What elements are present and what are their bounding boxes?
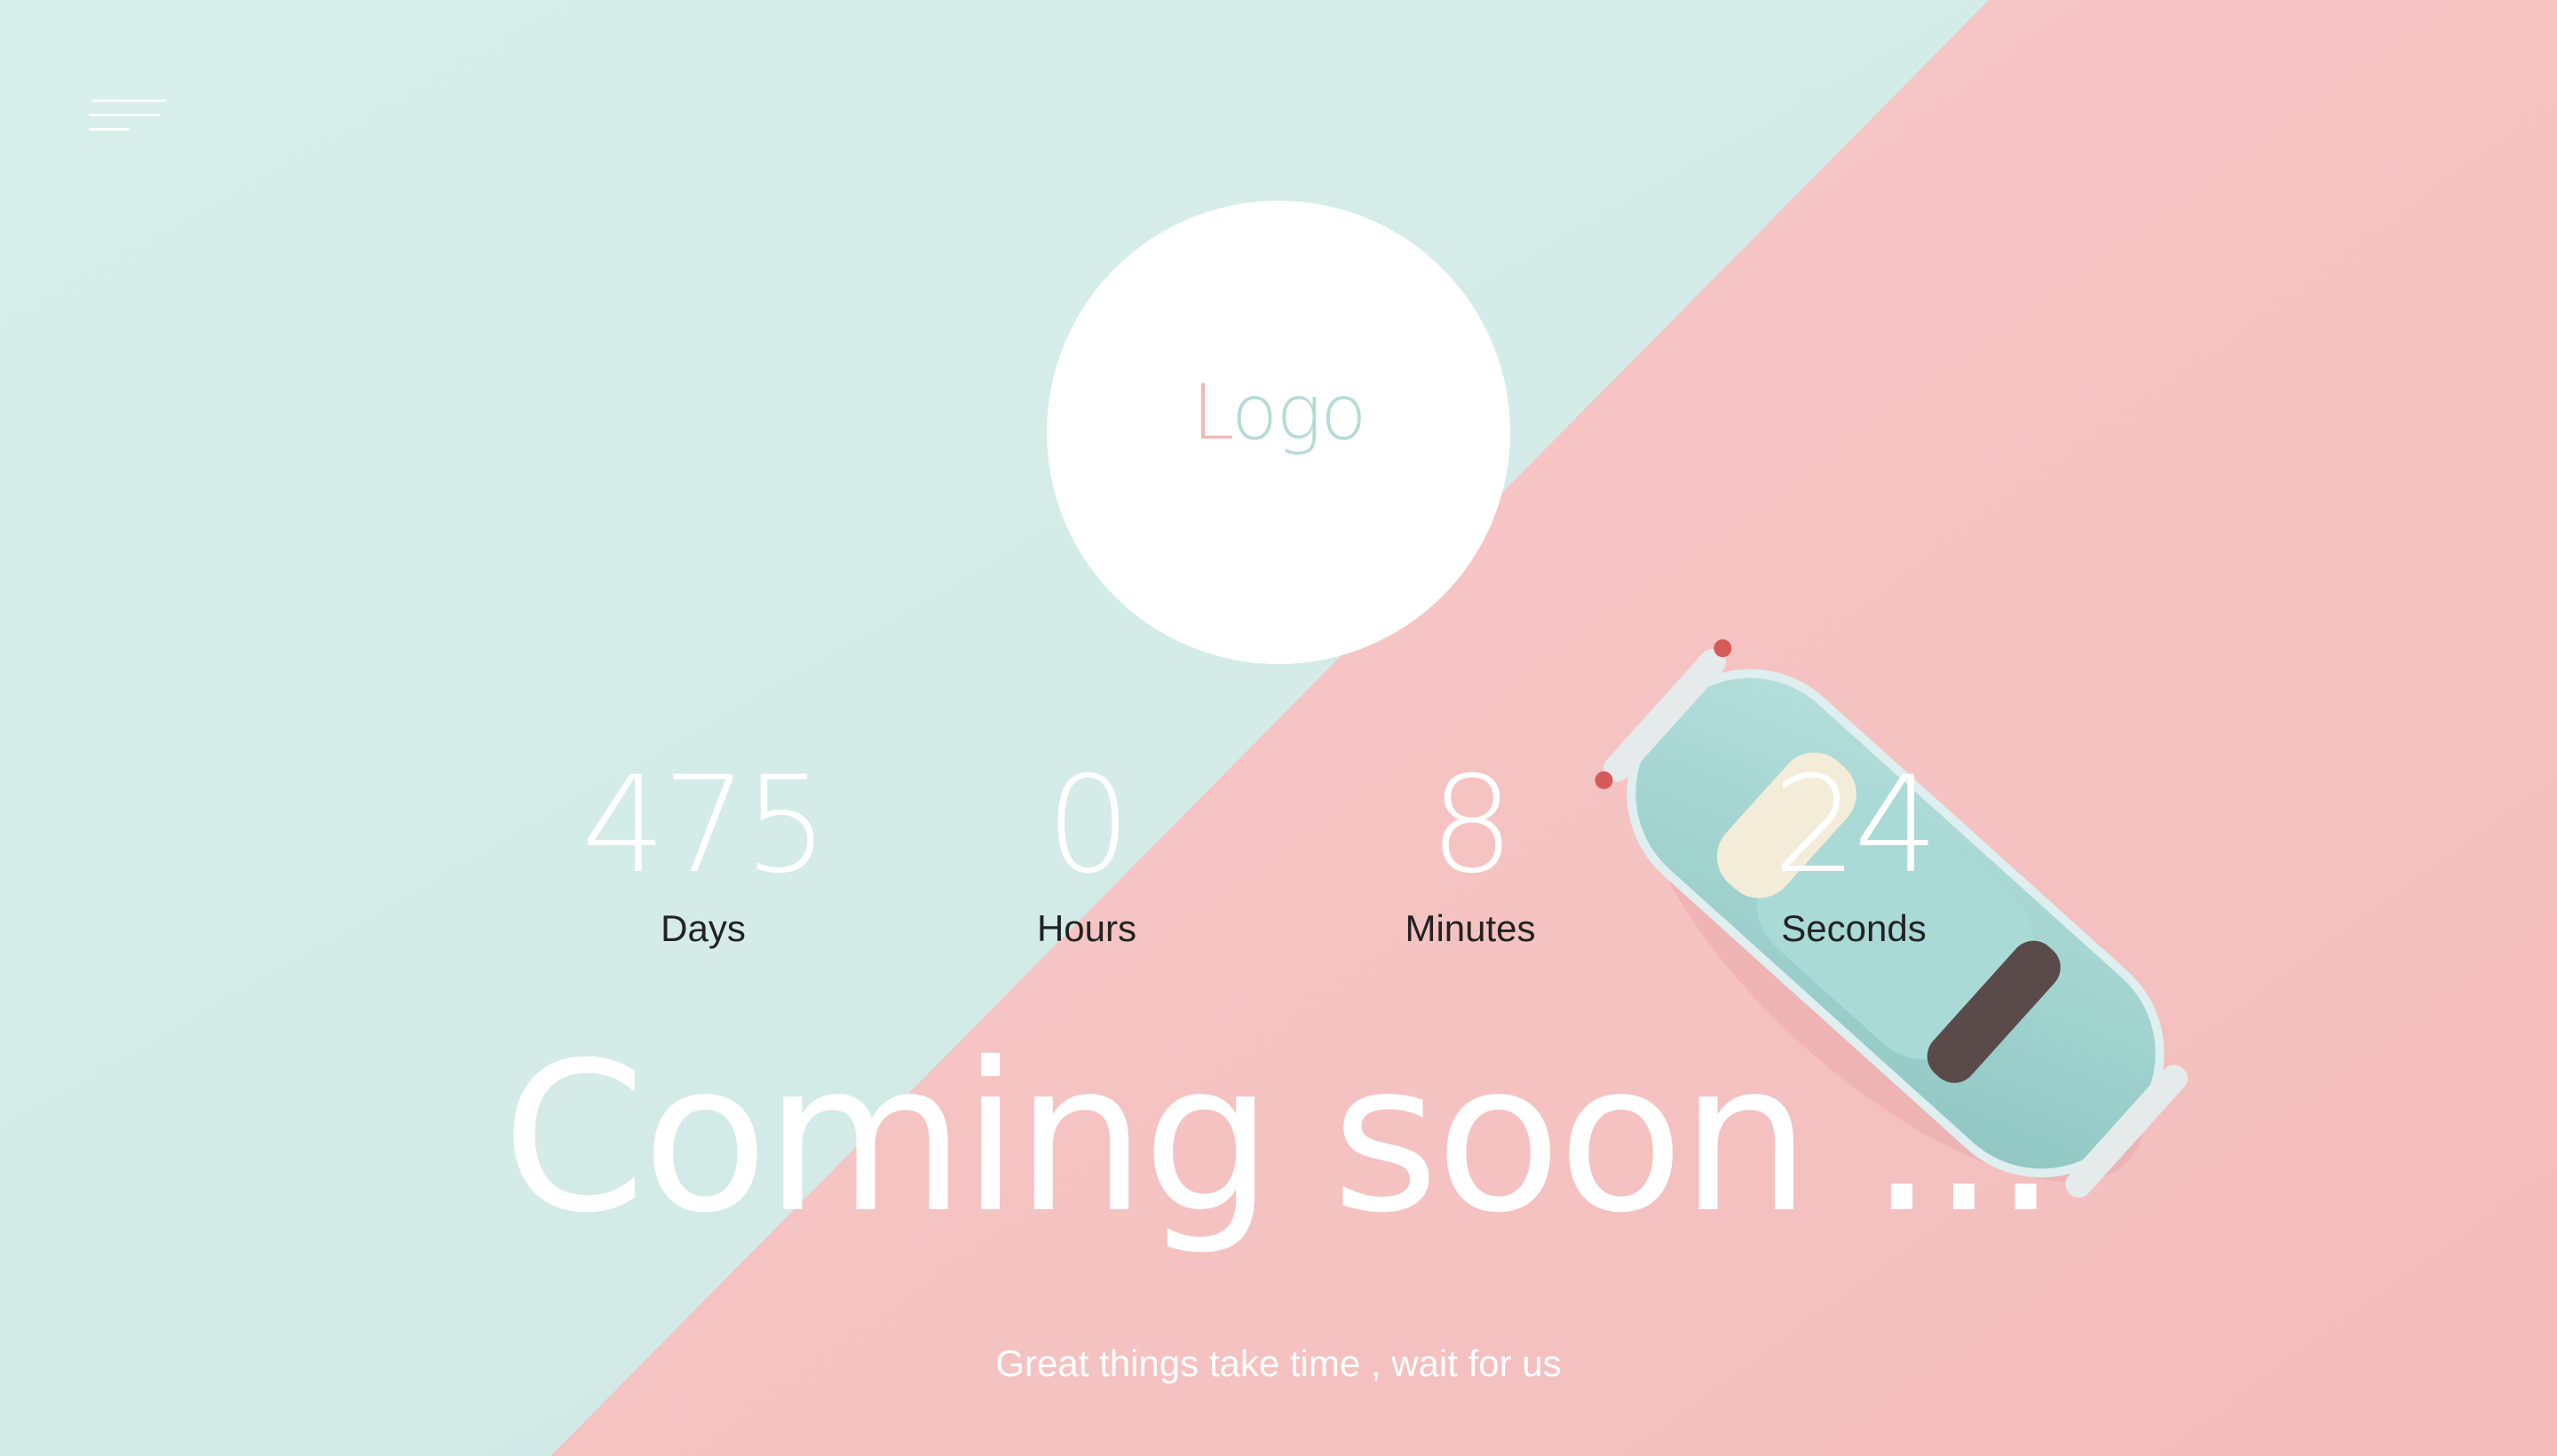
page-title: Coming soon ... <box>502 1018 2058 1258</box>
countdown-days: 475 Days <box>552 746 854 955</box>
countdown-minutes-value: 8 <box>1429 748 1514 903</box>
menu-line <box>89 114 160 116</box>
countdown-hours-label: Hours <box>1036 907 1137 949</box>
countdown-minutes: 8 Minutes <box>1319 746 1621 955</box>
countdown-minutes-label: Minutes <box>1405 907 1536 949</box>
countdown-hours: 0 Hours <box>936 746 1238 955</box>
menu-line <box>89 128 130 131</box>
countdown-hours-value: 0 <box>1046 748 1130 903</box>
logo-text-part1: L <box>1191 368 1232 457</box>
countdown-seconds: 24 Seconds <box>1703 746 2005 955</box>
menu-line <box>92 99 167 102</box>
logo[interactable]: Logo <box>1047 355 1510 471</box>
countdown-seconds-label: Seconds <box>1781 907 1927 949</box>
tagline: Great things take time , wait for us <box>995 1342 1562 1384</box>
countdown-seconds-value: 24 <box>1772 748 1939 903</box>
countdown-days-label: Days <box>661 907 746 949</box>
logo-text-part2: ogo <box>1231 368 1367 457</box>
hamburger-menu-icon[interactable] <box>85 92 174 142</box>
countdown-days-value: 475 <box>581 748 828 903</box>
